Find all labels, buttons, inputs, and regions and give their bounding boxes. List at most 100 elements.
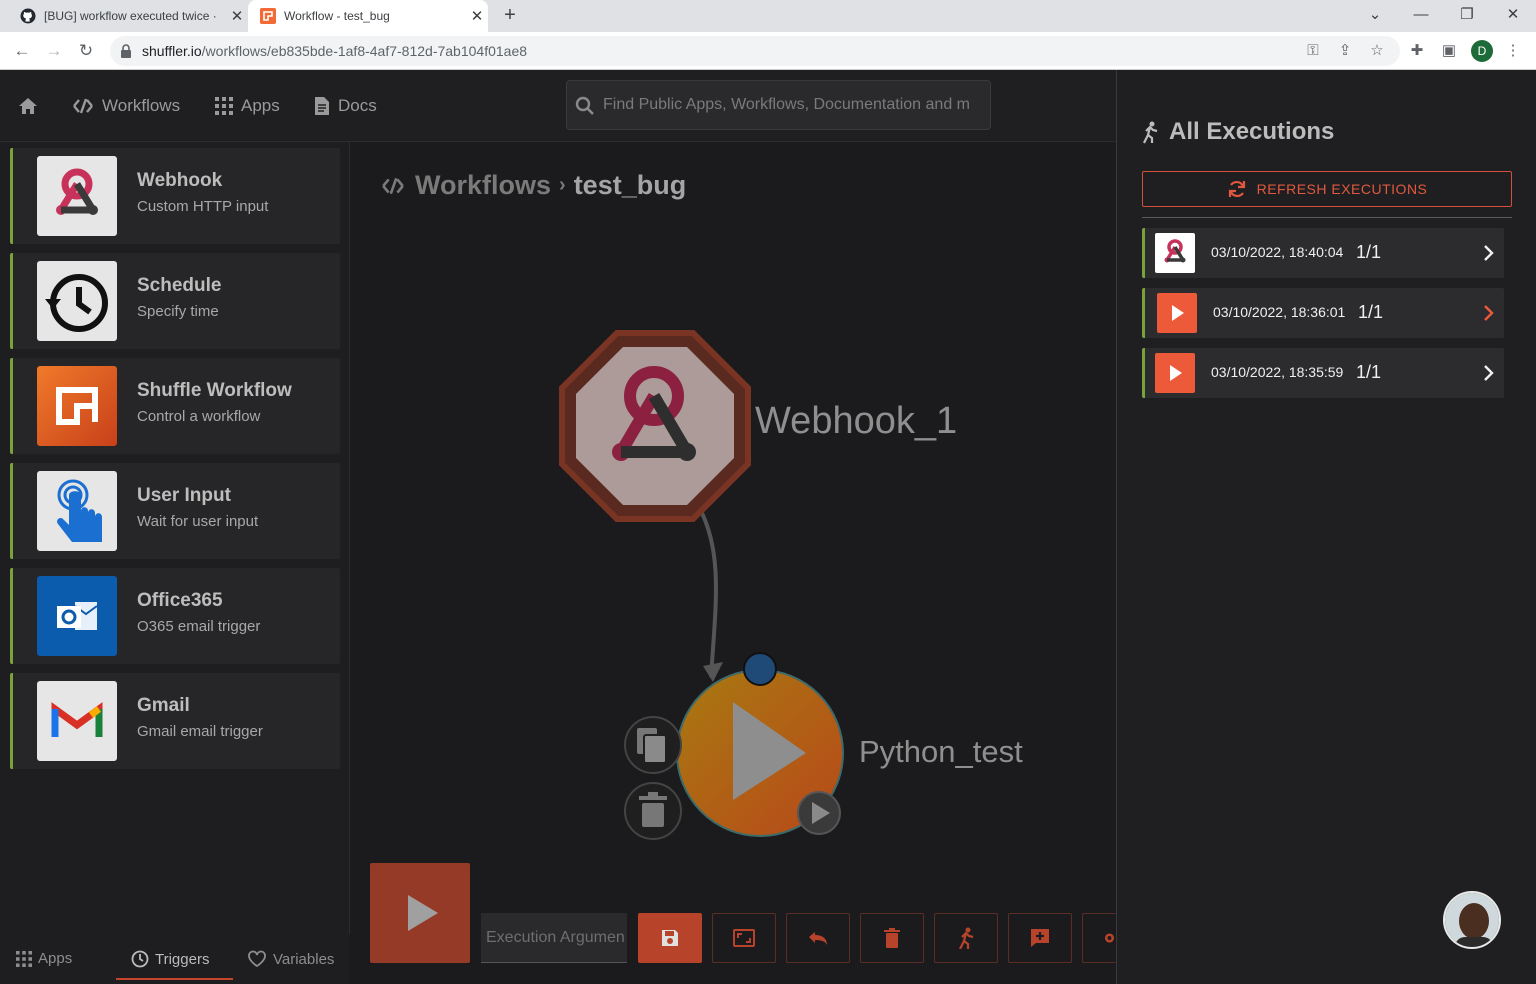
tab-triggers[interactable]: Triggers — [131, 950, 209, 968]
trigger-desc: O365 email trigger — [137, 618, 261, 635]
trigger-schedule[interactable]: Schedule Specify time — [10, 253, 340, 349]
execution-time: 03/10/2022, 18:40:04 — [1211, 244, 1344, 260]
execute-workflow-button[interactable] — [370, 863, 470, 963]
search-placeholder: Find Public Apps, Workflows, Documentati… — [603, 96, 970, 113]
browser-tab-github[interactable]: [BUG] workflow executed twice · ✕ — [8, 0, 248, 32]
nav-workflows[interactable]: Workflows — [72, 96, 180, 116]
clock-icon — [131, 950, 149, 968]
support-chat-avatar[interactable] — [1443, 891, 1501, 949]
url-field[interactable]: shuffler.io/workflows/eb835bde-1af8-4af7… — [110, 36, 1400, 66]
shuffle-app: Workflows Apps Docs Find Public Apps, Wo… — [0, 70, 1116, 984]
back-icon[interactable]: ← — [11, 41, 33, 61]
tab-apps[interactable]: Apps — [16, 950, 72, 967]
close-tab-icon[interactable]: ✕ — [466, 7, 488, 25]
delete-node-button[interactable] — [624, 782, 682, 840]
trash-icon — [884, 928, 900, 948]
search-icon — [575, 96, 594, 115]
save-button[interactable] — [638, 913, 702, 963]
workflow-graph — [559, 330, 844, 840]
workflow-canvas[interactable]: Workflows › test_bug Webhook_1 Python_te… — [351, 142, 1116, 984]
add-comment-icon — [1031, 929, 1049, 947]
trigger-shuffle-workflow[interactable]: Shuffle Workflow Control a workflow — [10, 358, 340, 454]
nav-docs[interactable]: Docs — [314, 96, 377, 116]
active-tab-indicator — [116, 978, 233, 980]
execution-row[interactable]: 03/10/2022, 18:35:59 1/1 — [1142, 348, 1504, 398]
side-panel-icon[interactable]: ▣ — [1438, 40, 1460, 62]
trigger-user-input[interactable]: User Input Wait for user input — [10, 463, 340, 559]
menu-kebab-icon[interactable]: ⋮ — [1502, 40, 1524, 62]
tab-title: Workflow - test_bug — [284, 9, 390, 23]
restore-icon[interactable]: ❐ — [1444, 0, 1490, 32]
lock-icon — [121, 44, 131, 58]
nav-apps-label: Apps — [241, 96, 280, 115]
address-bar: ← → ↻ shuffler.io/workflows/eb835bde-1af… — [0, 32, 1536, 70]
minimize-icon[interactable]: — — [1398, 0, 1444, 32]
panel-title: All Executions — [1141, 118, 1334, 146]
execution-time: 03/10/2022, 18:35:59 — [1211, 364, 1344, 380]
undo-button[interactable] — [786, 913, 850, 963]
refresh-label: REFRESH EXECUTIONS — [1256, 181, 1428, 197]
document-icon — [315, 97, 329, 115]
run-node-button[interactable] — [797, 791, 841, 835]
execution-time: 03/10/2022, 18:36:01 — [1213, 304, 1346, 320]
play-icon — [1155, 353, 1195, 393]
chevron-right-icon — [1484, 365, 1494, 381]
trigger-desc: Gmail email trigger — [137, 723, 263, 740]
execution-argument-input[interactable]: Execution Argumen — [481, 913, 627, 963]
undo-icon — [809, 932, 827, 945]
sidebar-bottom-tabs: Apps Triggers Variables — [0, 934, 350, 984]
apps-grid-icon — [215, 97, 233, 115]
browser-tab-workflow[interactable]: Workflow - test_bug ✕ — [248, 0, 488, 32]
touch-hand-icon — [37, 471, 117, 551]
add-comment-button[interactable] — [1008, 913, 1072, 963]
reload-icon[interactable]: ↻ — [75, 41, 97, 61]
home-icon — [19, 98, 37, 114]
settings-button[interactable] — [1082, 913, 1116, 963]
fit-view-button[interactable] — [712, 913, 776, 963]
share-icon[interactable]: ⇪ — [1334, 40, 1356, 62]
executions-button[interactable] — [934, 913, 998, 963]
fit-screen-icon — [733, 929, 755, 947]
key-icon[interactable]: ⚿ — [1302, 40, 1324, 62]
extensions-icon[interactable]: ✚ — [1406, 40, 1428, 62]
chevron-right-icon — [1484, 245, 1494, 261]
close-tab-icon[interactable]: ✕ — [226, 7, 248, 25]
home-button[interactable] — [18, 96, 46, 116]
play-icon — [408, 895, 438, 931]
running-person-icon — [959, 927, 974, 949]
execution-count: 1/1 — [1356, 362, 1382, 382]
tab-apps-label: Apps — [38, 950, 73, 967]
forward-icon[interactable]: → — [43, 41, 65, 61]
trigger-name: Shuffle Workflow — [137, 380, 292, 401]
shuffle-favicon-icon — [260, 8, 276, 24]
chevron-right-icon — [1484, 305, 1494, 321]
delete-selection-button[interactable] — [860, 913, 924, 963]
search-input[interactable]: Find Public Apps, Workflows, Documentati… — [566, 80, 991, 130]
panel-title-text: All Executions — [1169, 118, 1335, 145]
profile-avatar[interactable]: D — [1471, 40, 1493, 62]
play-icon — [1157, 293, 1197, 333]
edge-webhook-to-python — [697, 506, 718, 678]
top-navigation: Workflows Apps Docs Find Public Apps, Wo… — [0, 70, 1116, 142]
bookmark-star-icon[interactable]: ☆ — [1366, 40, 1388, 62]
close-window-icon[interactable]: ✕ — [1490, 0, 1536, 32]
trigger-office365[interactable]: Office365 O365 email trigger — [10, 568, 340, 664]
trigger-sidebar: Webhook Custom HTTP input Schedule Speci… — [0, 142, 350, 984]
nav-docs-label: Docs — [338, 96, 377, 115]
new-tab-button[interactable]: + — [498, 4, 522, 28]
trigger-webhook[interactable]: Webhook Custom HTTP input — [10, 148, 340, 244]
trigger-gmail[interactable]: Gmail Gmail email trigger — [10, 673, 340, 769]
execution-row[interactable]: 03/10/2022, 18:36:01 1/1 — [1142, 288, 1504, 338]
copy-node-button[interactable] — [624, 716, 682, 774]
apps-grid-icon — [16, 950, 32, 967]
refresh-executions-button[interactable]: REFRESH EXECUTIONS — [1142, 171, 1512, 207]
nav-apps[interactable]: Apps — [215, 96, 280, 116]
heart-icon — [248, 950, 266, 968]
url-host: shuffler.io — [142, 43, 202, 59]
trigger-name: User Input — [137, 485, 231, 506]
trigger-desc: Specify time — [137, 303, 219, 320]
execution-row[interactable]: 03/10/2022, 18:40:04 1/1 — [1142, 228, 1504, 278]
tab-variables[interactable]: Variables — [247, 950, 334, 968]
webhook-node[interactable] — [559, 330, 751, 522]
tab-search-icon[interactable]: ⌄ — [1352, 0, 1398, 32]
